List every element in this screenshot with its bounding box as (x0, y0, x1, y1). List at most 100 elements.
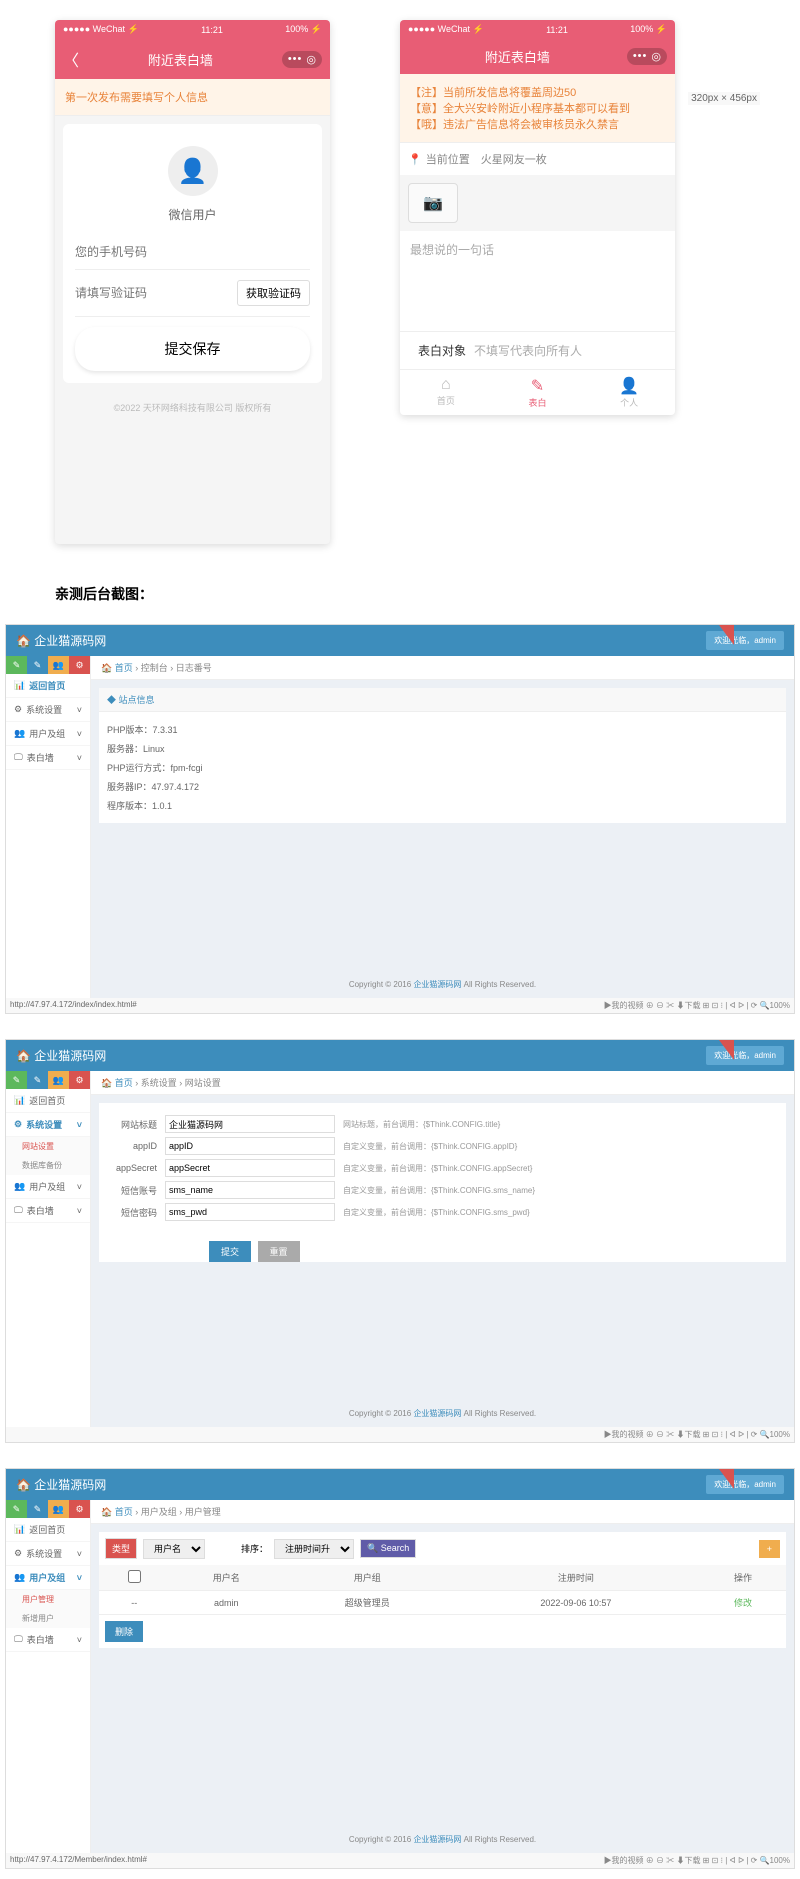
sidebar-item-system[interactable]: ⚙系统设置˅ (6, 1542, 90, 1566)
sb-btn-3[interactable]: 👥 (48, 656, 69, 674)
search-bar: 类型 用户名 排序： 注册时间升 🔍 Search + (99, 1532, 786, 1565)
search-button[interactable]: 🔍 Search (360, 1539, 416, 1558)
dashboard-icon: 📊 (14, 1524, 25, 1535)
config-input[interactable] (165, 1137, 335, 1155)
sb-btn-1[interactable]: ✎ (6, 656, 27, 674)
info-row: 服务器IP：47.97.4.172 (107, 777, 778, 796)
sidebar-item-home[interactable]: 📊返回首页 (6, 1089, 90, 1113)
breadcrumb: 🏠 首页 › 用户及组 › 用户管理 (91, 1500, 794, 1524)
sidebar-item-home[interactable]: 📊返回首页 (6, 1518, 90, 1542)
sidebar-item-wall[interactable]: 🖵表白墙˅ (6, 746, 90, 770)
add-button[interactable]: + (759, 1540, 780, 1558)
submit-button[interactable]: 提交 (209, 1241, 251, 1262)
sidebar-item-wall[interactable]: 🖵表白墙˅ (6, 1199, 90, 1223)
config-input[interactable] (165, 1115, 335, 1133)
tab-bar: ⌂首页 ✎表白 👤个人 (400, 369, 675, 415)
gear-icon: ⚙ (14, 1119, 22, 1130)
camera-icon: 📷 (423, 193, 443, 213)
notice-banner: 第一次发布需要填写个人信息 (55, 79, 330, 116)
menu-pill[interactable]: •••◎ (282, 51, 322, 68)
users-icon: 👥 (14, 728, 25, 739)
sidebar-item-users[interactable]: 👥用户及组˅ (6, 1175, 90, 1199)
location-row[interactable]: 📍当前位置 火星网友一枚 (400, 143, 675, 175)
monitor-icon: 🖵 (14, 1205, 23, 1216)
reset-button[interactable]: 重置 (258, 1241, 300, 1262)
users-icon: 👥 (14, 1181, 25, 1192)
section-title: 亲测后台截图： (0, 564, 800, 614)
phone-screenshot-2: ●●●●● WeChat ⚡ 11:21 100% ⚡ 附近表白墙 •••◎ 【… (400, 20, 675, 415)
sidebar-item-system[interactable]: ⚙系统设置˅ (6, 698, 90, 722)
breadcrumb: 🏠 首页 › 系统设置 › 网站设置 (91, 1071, 794, 1095)
browser-url-bar: http://47.97.4.172/index/index.html#▶我的视… (6, 998, 794, 1013)
sidebar-sub-db[interactable]: 数据库备份 (6, 1156, 90, 1175)
user-badge[interactable]: 欢迎光临，admin (706, 1475, 784, 1494)
menu-pill[interactable]: •••◎ (627, 48, 667, 65)
admin-header: 🏠 企业猫源码网 欢迎光临，admin (6, 1469, 794, 1500)
sort-select[interactable]: 注册时间升 (274, 1539, 354, 1559)
config-input[interactable] (165, 1203, 335, 1221)
config-input[interactable] (165, 1159, 335, 1177)
user-table: 用户名用户组注册时间操作 --admin超级管理员2022-09-06 10:5… (99, 1565, 786, 1615)
status-left: ●●●●● WeChat ⚡ (63, 24, 139, 35)
submit-button[interactable]: 提交保存 (75, 327, 310, 371)
target-icon: ◎ (651, 50, 661, 63)
back-icon[interactable]: 〈 (63, 47, 79, 71)
sidebar-item-home[interactable]: 📊返回首页 (6, 674, 90, 698)
message-textarea[interactable]: 最想说的一句话 (400, 231, 675, 331)
pin-icon: 📍 (408, 153, 422, 166)
target-row[interactable]: 表白对象不填写代表向所有人 (400, 331, 675, 369)
sidebar: ✎✎👥⚙ 📊返回首页 ⚙系统设置˅ 👥用户及组˅ 用户管理 新增用户 🖵表白墙˅ (6, 1500, 91, 1853)
user-badge[interactable]: 欢迎光临，admin (706, 1046, 784, 1065)
sidebar-item-users[interactable]: 👥用户及组˅ (6, 722, 90, 746)
sidebar-sub-site[interactable]: 网站设置 (6, 1137, 90, 1156)
delete-button[interactable]: 删除 (105, 1621, 143, 1642)
table-row: --admin超级管理员2022-09-06 10:57修改 (99, 1591, 786, 1615)
sidebar: ✎✎👥⚙ 📊返回首页 ⚙系统设置˅ 👥用户及组˅ 🖵表白墙˅ (6, 656, 91, 998)
sb-btn-4[interactable]: ⚙ (69, 656, 90, 674)
user-select[interactable]: 用户名 (143, 1539, 205, 1559)
sidebar-sub-adduser[interactable]: 新增用户 (6, 1609, 90, 1628)
notice-banner: 【注】当前所发信息将覆盖周边50 【意】全大兴安岭附近小程序基本都可以看到 【哦… (400, 74, 675, 143)
tab-confess[interactable]: ✎表白 (492, 376, 584, 409)
admin-header: 🏠 企业猫源码网 欢迎光临，admin (6, 625, 794, 656)
nav-bar: 附近表白墙 •••◎ (400, 39, 675, 74)
sb-btn-2[interactable]: ✎ (27, 656, 48, 674)
user-badge[interactable]: 欢迎光临，admin (706, 631, 784, 650)
avatar: 👤 (168, 146, 218, 196)
sidebar: ✎✎👥⚙ 📊返回首页 ⚙系统设置˅ 网站设置 数据库备份 👥用户及组˅ 🖵表白墙… (6, 1071, 91, 1427)
status-bar: ●●●●● WeChat ⚡ 11:21 100% ⚡ (400, 20, 675, 39)
info-row: PHP版本：7.3.31 (107, 720, 778, 739)
get-code-button[interactable]: 获取验证码 (237, 280, 310, 306)
admin-header: 🏠 企业猫源码网 欢迎光临，admin (6, 1040, 794, 1071)
code-input[interactable] (75, 286, 237, 300)
type-button[interactable]: 类型 (105, 1538, 137, 1559)
page-title: 附近表白墙 (79, 50, 282, 69)
select-all-checkbox[interactable] (128, 1570, 141, 1583)
sidebar-sub-usermgmt[interactable]: 用户管理 (6, 1590, 90, 1609)
browser-url-bar: http://47.97.4.172/Member/index.html#▶我的… (6, 1853, 794, 1868)
edit-link[interactable]: 修改 (734, 1598, 752, 1608)
footer: Copyright © 2016 企业猫源码网 All Rights Reser… (91, 1826, 794, 1853)
tab-home[interactable]: ⌂首页 (400, 376, 492, 409)
dots-icon: ••• (633, 50, 648, 63)
status-bar: ●●●●● WeChat ⚡ 11:21 100% ⚡ (55, 20, 330, 39)
monitor-icon: 🖵 (14, 752, 23, 763)
page-title: 附近表白墙 (408, 47, 627, 66)
admin-screenshot-2: 🏠 企业猫源码网 欢迎光临，admin ✎✎👥⚙ 📊返回首页 ⚙系统设置˅ 网站… (5, 1039, 795, 1443)
info-row: PHP运行方式：fpm-fcgi (107, 758, 778, 777)
home-icon: ⌂ (400, 376, 492, 394)
config-input[interactable] (165, 1181, 335, 1199)
user-icon: 👤 (583, 376, 675, 396)
brand: 🏠 企业猫源码网 (16, 1476, 106, 1493)
sidebar-item-system[interactable]: ⚙系统设置˅ (6, 1113, 90, 1137)
sidebar-item-users[interactable]: 👥用户及组˅ (6, 1566, 90, 1590)
phone-input[interactable] (75, 245, 310, 259)
breadcrumb: 🏠 首页 › 控制台 › 日志番号 (91, 656, 794, 680)
sidebar-item-wall[interactable]: 🖵表白墙˅ (6, 1628, 90, 1652)
target-icon: ◎ (306, 53, 316, 66)
camera-upload[interactable]: 📷 (408, 183, 458, 223)
panel-title: ◆ 站点信息 (99, 688, 786, 712)
footer: Copyright © 2016 企业猫源码网 All Rights Reser… (91, 971, 794, 998)
tab-profile[interactable]: 👤个人 (583, 376, 675, 409)
nav-bar: 〈 附近表白墙 •••◎ (55, 39, 330, 79)
